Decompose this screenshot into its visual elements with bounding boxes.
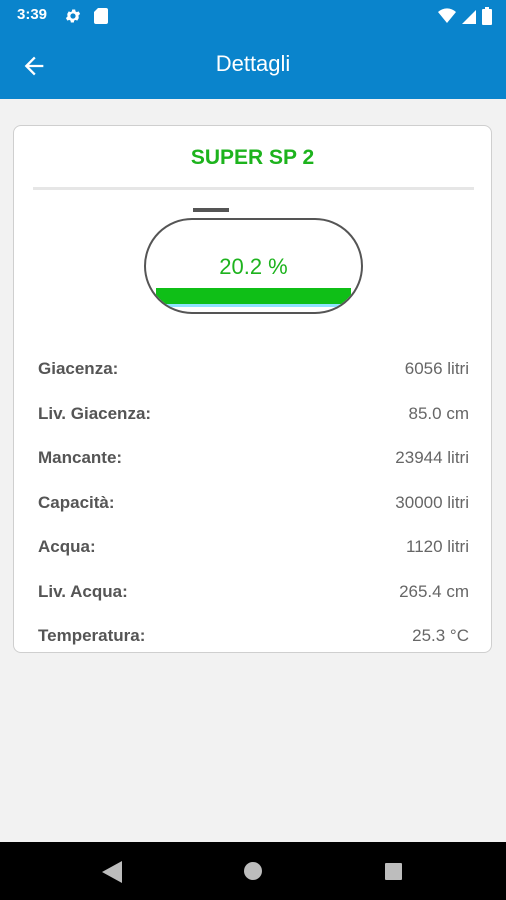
tank-percent: 20.2 % [219,254,288,279]
detail-label: Mancante: [38,448,123,468]
detail-value: 30000 litri [395,492,469,512]
navigation-bar [0,842,506,900]
detail-label: Liv. Giacenza: [38,403,152,423]
detail-row-liv-acqua: Liv. Acqua: 265.4 cm [38,570,469,615]
signal-icon [462,10,476,24]
nav-recents-icon[interactable] [385,863,402,880]
detail-row-liv-giacenza: Liv. Giacenza: 85.0 cm [38,392,469,437]
detail-label: Capacità: [38,492,115,512]
sd-card-icon [94,8,108,24]
detail-row-giacenza: Giacenza: 6056 litri [38,347,469,392]
detail-label: Giacenza: [38,359,119,379]
detail-label: Temperatura: [38,626,146,646]
detail-value: 6056 litri [404,359,469,379]
page-title: Dettagli [215,51,291,76]
tank-gauge: 20.2 % [144,218,363,314]
detail-value: 85.0 cm [408,403,469,423]
details-list: Giacenza: 6056 litri Liv. Giacenza: 85.0… [38,347,469,659]
battery-icon [482,7,492,25]
detail-value: 25.3 °C [412,626,469,646]
tank-cap [193,208,229,212]
detail-value: 1120 litri [406,537,469,557]
tank-water-level [162,304,345,307]
wifi-icon [438,8,456,23]
divider [33,187,474,190]
detail-value: 23944 litri [395,448,469,468]
status-bar: 3:39 [0,0,506,32]
detail-value: 265.4 cm [399,581,469,601]
detail-row-capacita: Capacità: 30000 litri [38,481,469,526]
nav-home-icon[interactable] [244,862,262,880]
tank-card: SUPER SP 2 20.2 % Giacenza: 6056 litri L… [13,125,492,653]
detail-row-mancante: Mancante: 23944 litri [38,436,469,481]
tank-name: SUPER SP 2 [190,146,315,169]
detail-row-temperatura: Temperatura: 25.3 °C [38,614,469,659]
detail-label: Acqua: [38,537,96,557]
tank-fill-level [156,288,351,304]
app-bar: Dettagli [0,32,506,99]
status-time: 3:39 [17,6,48,23]
nav-back-icon[interactable] [102,861,122,883]
gear-icon [65,9,81,23]
status-icons [438,7,492,25]
detail-label: Liv. Acqua: [38,581,128,601]
detail-row-acqua: Acqua: 1120 litri [38,525,469,570]
